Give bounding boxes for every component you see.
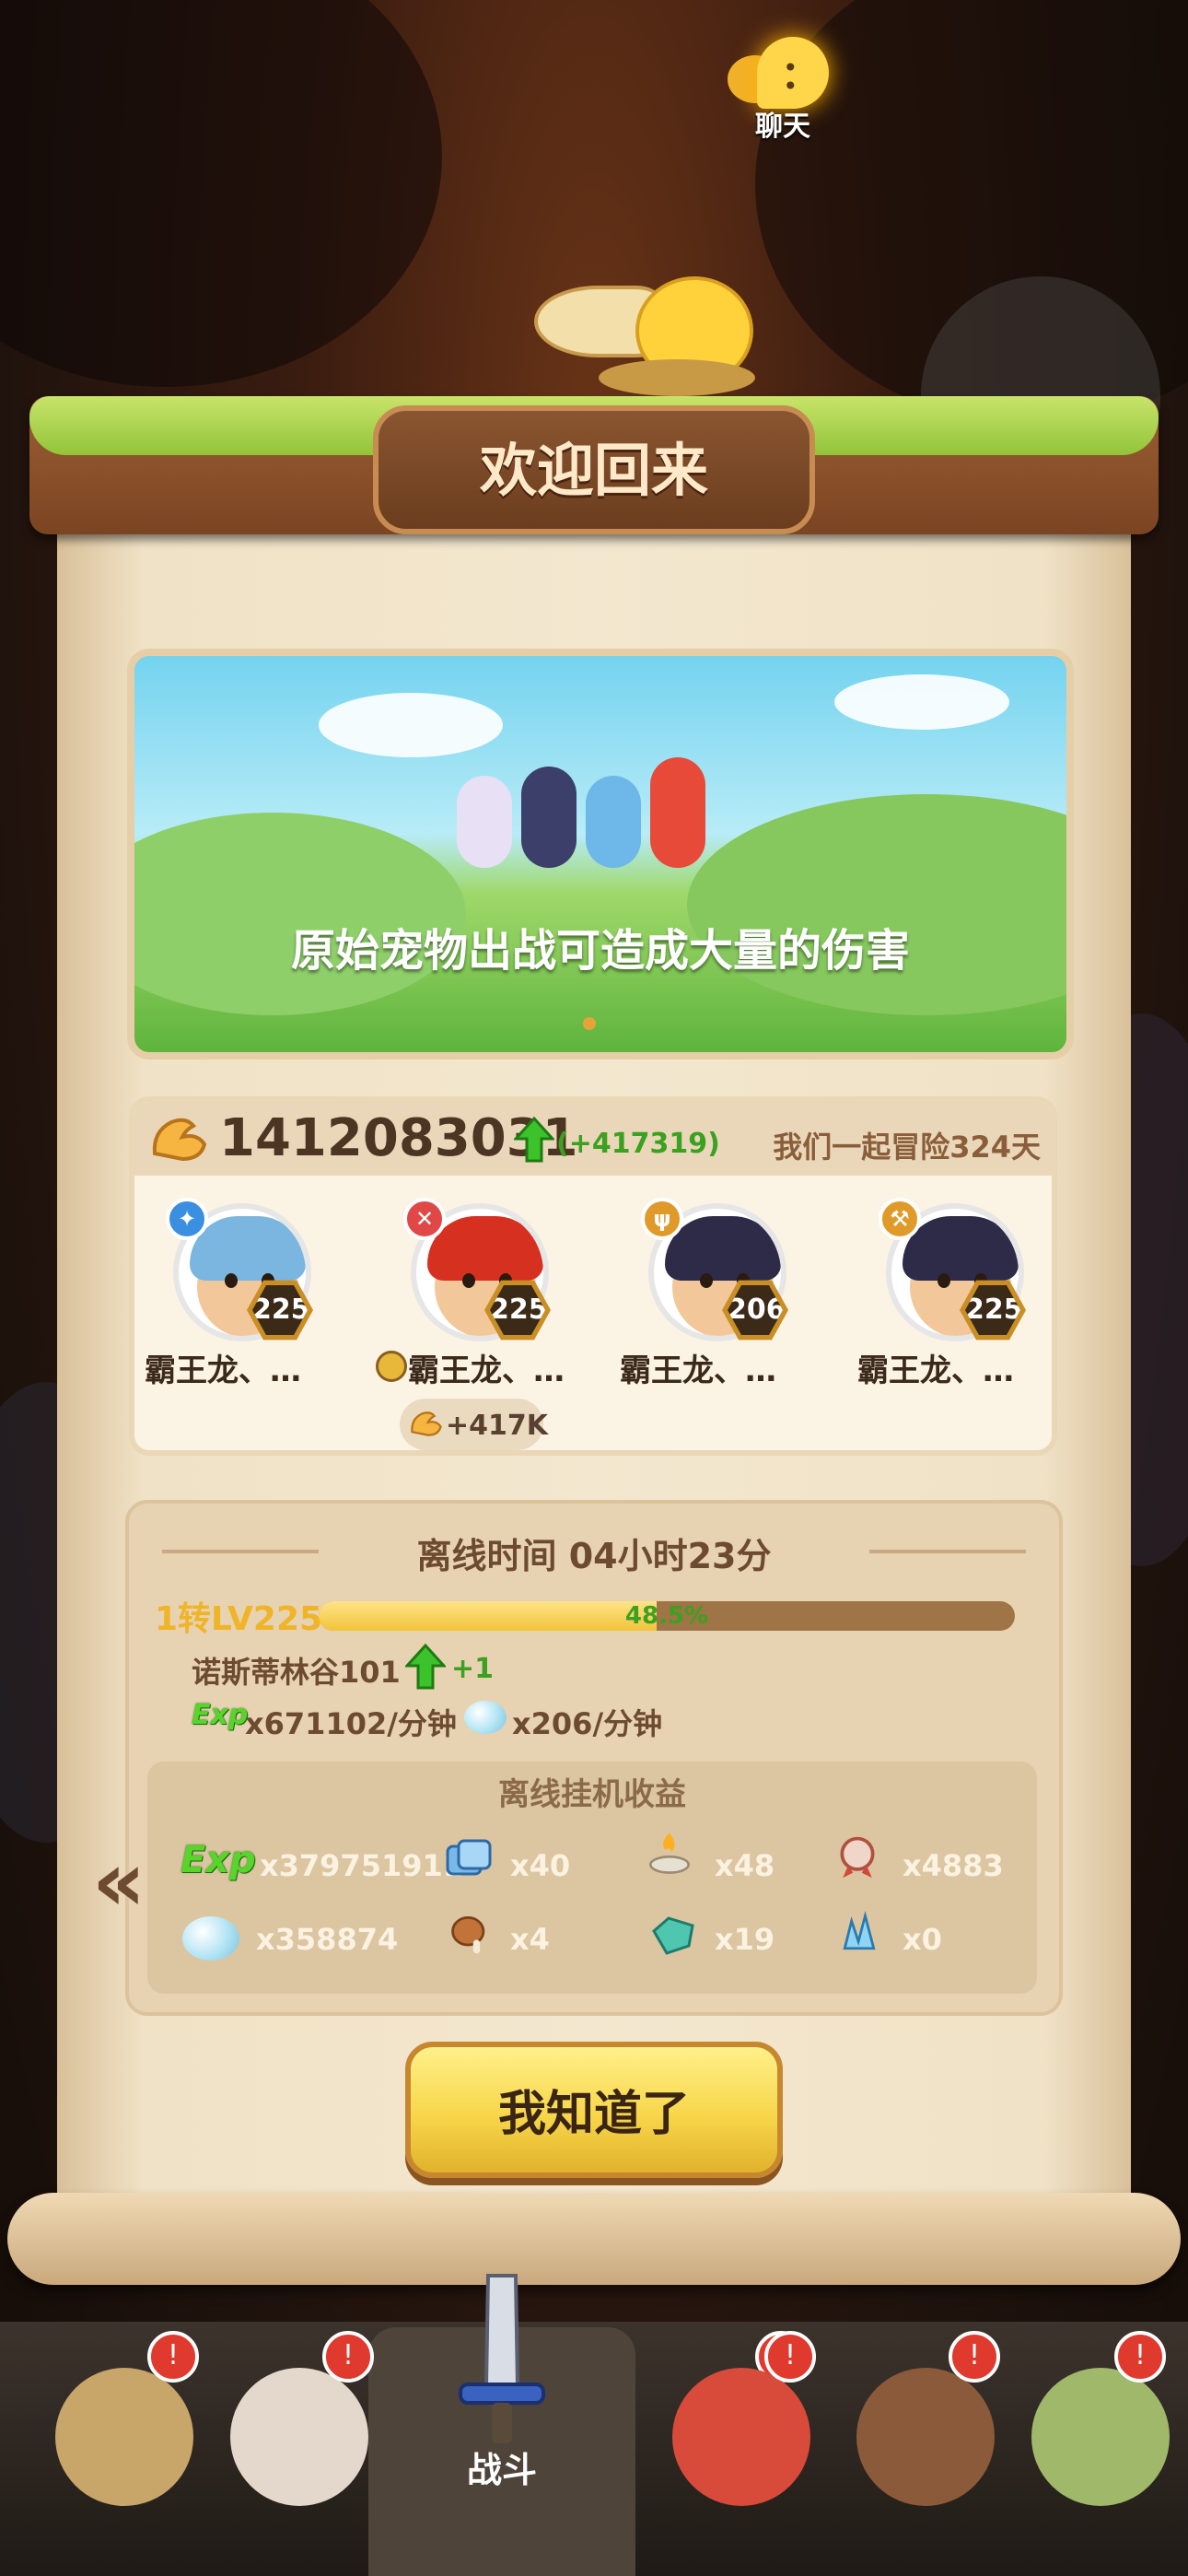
alert-bell-icon: ! [1114,2331,1166,2383]
tip-banner[interactable]: 原始宠物出战可造成大量的伤害 [127,649,1074,1060]
alert-bell-icon: ! [949,2331,1000,2383]
stage-gain: +1 [451,1653,495,1685]
power-delta: (+417319) [556,1128,720,1160]
offline-time: 离线时间 04小时23分 [416,1536,772,1576]
tab-tribe[interactable]: ! [1004,2331,1188,2561]
stage-name: 诺斯蒂林谷101 [192,1655,401,1690]
banner-caption: 原始宠物出战可造成大量的伤害 [290,925,910,977]
earning-amount: x379751911 [260,1848,464,1883]
level-progress-text: 48.5% [624,1602,709,1630]
earning-amount: x48 [715,1848,775,1883]
rebirth-level: 1转LV225 [155,1600,323,1638]
crossed-swords-icon: ✕ [403,1198,446,1240]
adventure-days: 我们一起冒险324天 [773,1130,1041,1165]
earning-amount: x4883 [903,1848,1004,1883]
hero-name: 霸王龙、… [857,1352,1014,1389]
blue-shard-icon [843,1911,876,1950]
caveman-party-illustration [457,748,733,877]
scroll-left-arrow-icon[interactable]: « [92,1833,146,1930]
exp-rate: x671102/分钟 [245,1706,457,1741]
beast-avatar-icon [856,2368,995,2506]
axe-icon: ⚒ [879,1198,921,1240]
fire-altar-icon [649,1832,690,1874]
hero-name: 霸王龙、… [620,1352,776,1389]
earning-amount: x358874 [256,1922,399,1957]
medal-icon [840,1836,875,1879]
tribe-avatar-icon [1031,2368,1170,2506]
earnings-title: 离线挂机收益 [498,1776,686,1813]
tab-beast[interactable]: ! [829,2331,1013,2561]
exp-icon: Exp [192,1699,249,1731]
muscle-arm-icon [411,1411,442,1436]
muscle-arm-icon [152,1118,207,1162]
green-crystal-icon [652,1916,694,1955]
alert-bell-icon: ! [322,2331,374,2383]
tab-caveman[interactable]: ! [28,2331,212,2561]
dialog-title: 欢迎回来 [479,437,708,504]
gem-rate: x206/分钟 [512,1706,663,1741]
up-arrow-icon [405,1644,446,1690]
hero-name: 霸王龙、… [408,1352,565,1389]
chat-label: 聊天 [755,111,810,143]
exp-icon: Exp [181,1839,256,1881]
up-arrow-icon [514,1117,554,1163]
tab-pet[interactable]: ! [645,2331,829,2561]
hero-avatar-icon [230,2368,368,2506]
gem-icon [464,1701,507,1734]
alert-bell-icon: ! [147,2331,199,2383]
horn-bird-mascot [534,258,755,396]
sword-icon [459,2274,545,2443]
confirm-button-label: 我知道了 [497,2087,690,2142]
meat-icon [451,1916,485,1954]
hero-bonus-value: +417K [446,1410,549,1442]
earning-amount: x0 [903,1922,942,1957]
pet-avatar-icon [672,2368,810,2506]
hero-name: 霸王龙、… [145,1352,301,1389]
trident-icon: ψ [641,1198,683,1240]
banner-page-dot[interactable] [583,1017,596,1030]
swirl-icon: ✦ [166,1198,208,1240]
tab-battle-label: 战斗 [466,2450,537,2490]
earning-amount: x19 [715,1922,775,1957]
gem-icon [182,1916,239,1961]
tab-hero[interactable]: ! [203,2331,387,2561]
earning-amount: x40 [510,1848,571,1883]
scroll-bottom-rod [7,2193,1181,2285]
caveman-avatar-icon [55,2368,193,2506]
earning-amount: x4 [510,1922,550,1957]
alert-bell-icon: ! [764,2331,816,2383]
ticket-icon [446,1839,492,1876]
